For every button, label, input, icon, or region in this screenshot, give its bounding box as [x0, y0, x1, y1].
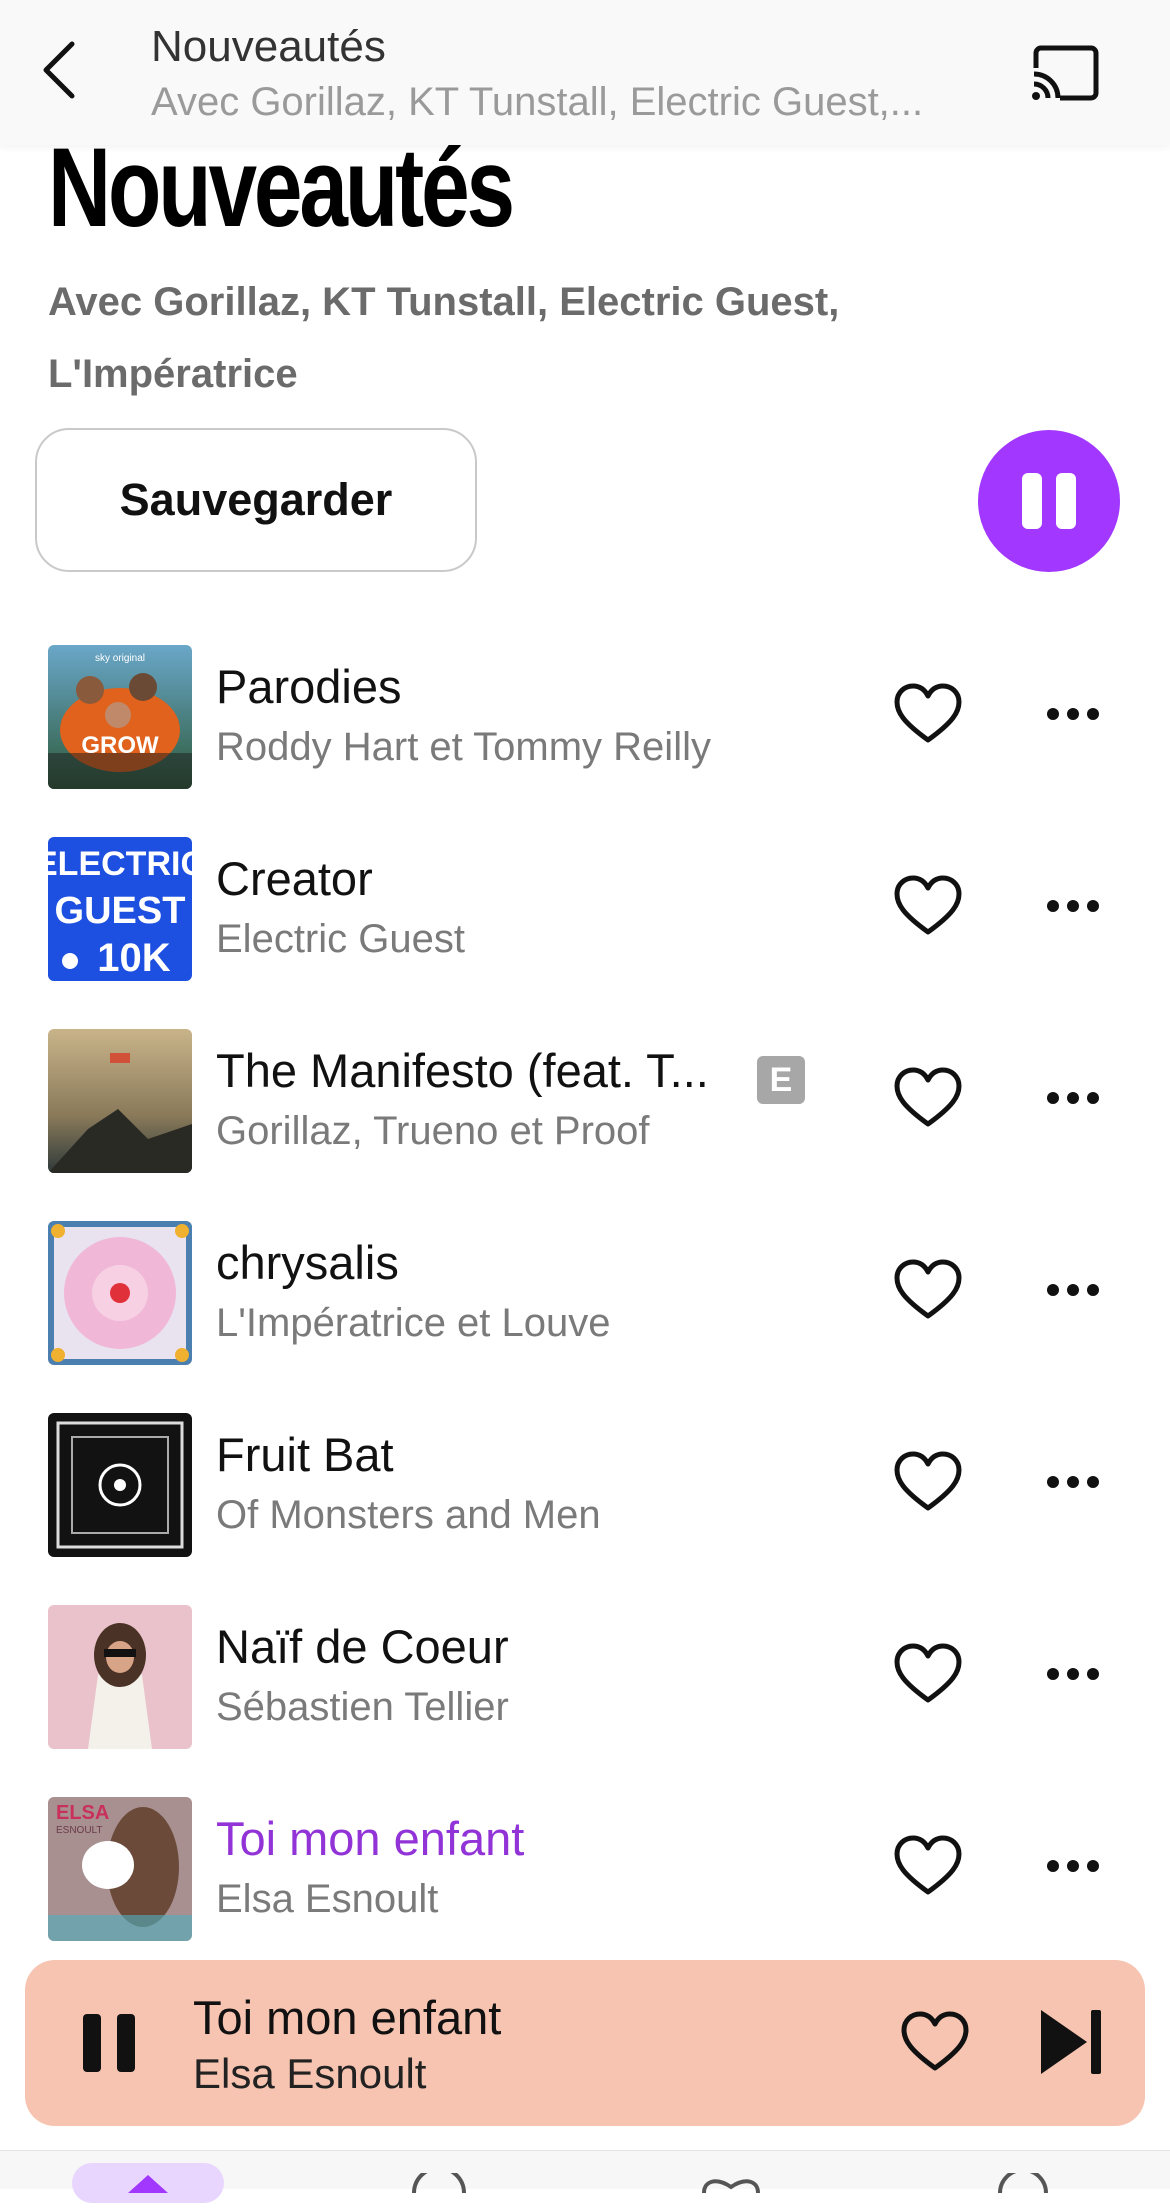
more-horizontal-icon[interactable]: [1045, 1281, 1101, 1299]
heart-icon[interactable]: [893, 1258, 963, 1322]
search-icon[interactable]: [404, 2173, 474, 2193]
cast-icon: [1030, 45, 1099, 104]
more-horizontal-icon[interactable]: [1045, 897, 1101, 915]
featured-artists: Avec Gorillaz, KT Tunstall, Electric Gue…: [48, 280, 840, 396]
heart-icon[interactable]: [900, 2010, 970, 2074]
skip-next-icon[interactable]: [1037, 2006, 1105, 2078]
more-horizontal-icon[interactable]: [1045, 1665, 1101, 1683]
mini-player[interactable]: Toi mon enfant Elsa Esnoult: [25, 1960, 1145, 2126]
track-row[interactable]: ELECTRIC GUEST 10K Creator Electric Gues…: [0, 837, 1170, 1029]
track-title: Parodies: [216, 660, 402, 713]
track-title: Creator: [216, 852, 373, 905]
nav-home-tab[interactable]: [72, 2163, 224, 2203]
favorites-icon[interactable]: [696, 2173, 766, 2193]
profile-icon[interactable]: [988, 2173, 1058, 2193]
page-title: Nouveautés: [48, 125, 515, 250]
album-cover: ELECTRIC GUEST 10K: [48, 837, 192, 981]
album-cover: [48, 1221, 192, 1365]
more-horizontal-icon[interactable]: [1045, 705, 1101, 723]
more-horizontal-icon[interactable]: [1045, 1089, 1101, 1107]
top-bar: Nouveautés Avec Gorillaz, KT Tunstall, E…: [0, 0, 1170, 145]
svg-text:sky original: sky original: [95, 653, 145, 664]
bottom-navigation: [0, 2150, 1170, 2203]
pause-icon[interactable]: [79, 2010, 139, 2076]
track-row[interactable]: GROW sky original Parodies Roddy Hart et…: [0, 645, 1170, 837]
heart-icon[interactable]: [893, 682, 963, 746]
album-cover: [48, 1029, 192, 1173]
more-horizontal-icon[interactable]: [1045, 1473, 1101, 1491]
explicit-badge: E: [757, 1056, 805, 1104]
heart-icon[interactable]: [893, 1450, 963, 1514]
track-title: Fruit Bat: [216, 1428, 394, 1481]
track-list: GROW sky original Parodies Roddy Hart et…: [0, 645, 1170, 1989]
back-button[interactable]: [28, 30, 98, 110]
save-button[interactable]: Sauvegarder: [35, 428, 477, 572]
svg-text:ESNOULT: ESNOULT: [56, 1825, 103, 1836]
svg-text:10K: 10K: [97, 936, 170, 980]
cast-button[interactable]: [1030, 44, 1102, 104]
track-title: chrysalis: [216, 1236, 399, 1289]
header-subtitle: Avec Gorillaz, KT Tunstall, Electric Gue…: [151, 80, 924, 124]
svg-text:GROW: GROW: [81, 732, 159, 759]
heart-icon[interactable]: [893, 1834, 963, 1898]
track-row[interactable]: Fruit Bat Of Monsters and Men: [0, 1413, 1170, 1605]
track-row[interactable]: chrysalis L'Impératrice et Louve: [0, 1221, 1170, 1413]
track-artist: Sébastien Tellier: [216, 1685, 509, 1729]
play-pause-button[interactable]: [978, 430, 1120, 572]
track-artist: Electric Guest: [216, 917, 465, 961]
track-row[interactable]: Naïf de Coeur Sébastien Tellier: [0, 1605, 1170, 1797]
album-cover: GROW sky original: [48, 645, 192, 789]
track-row[interactable]: The Manifesto (feat. T... E Gorillaz, Tr…: [0, 1029, 1170, 1221]
track-artist: Gorillaz, Trueno et Proof: [216, 1109, 650, 1153]
svg-text:ELSA: ELSA: [56, 1802, 109, 1824]
now-playing-title: Toi mon enfant: [193, 1991, 502, 2044]
track-title: Toi mon enfant: [216, 1812, 525, 1865]
header-title: Nouveautés: [151, 22, 386, 71]
album-cover: [48, 1605, 192, 1749]
svg-text:GUEST: GUEST: [55, 890, 186, 932]
heart-icon[interactable]: [893, 1066, 963, 1130]
svg-text:ELECTRIC: ELECTRIC: [48, 845, 192, 883]
album-cover: [48, 1413, 192, 1557]
track-artist: L'Impératrice et Louve: [216, 1301, 611, 1345]
album-cover: ELSA ESNOULT: [48, 1797, 192, 1941]
pause-icon: [1015, 473, 1083, 529]
track-artist: Of Monsters and Men: [216, 1493, 601, 1537]
track-artist: Elsa Esnoult: [216, 1877, 439, 1921]
track-artist: Roddy Hart et Tommy Reilly: [216, 725, 711, 769]
track-title: Naïf de Coeur: [216, 1620, 509, 1673]
more-horizontal-icon[interactable]: [1045, 1857, 1101, 1875]
track-title: The Manifesto (feat. T...: [216, 1044, 709, 1097]
home-icon: [128, 2175, 168, 2193]
now-playing-artist: Elsa Esnoult: [193, 2050, 427, 2097]
heart-icon[interactable]: [893, 874, 963, 938]
chevron-left-icon: [43, 41, 75, 99]
heart-icon[interactable]: [893, 1642, 963, 1706]
